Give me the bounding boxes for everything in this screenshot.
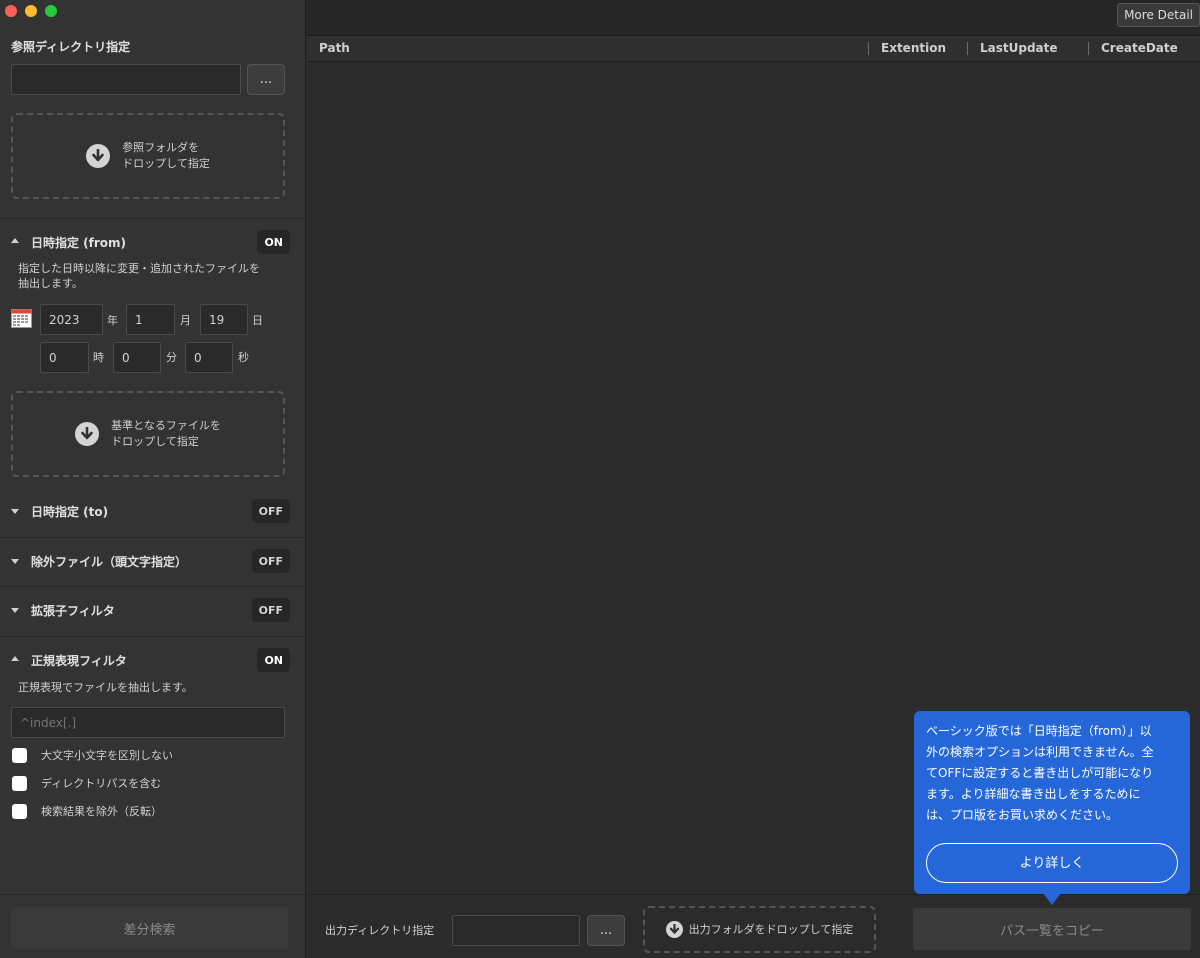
- collapse-caret-icon: [11, 238, 19, 243]
- tooltip-pointer: [1043, 893, 1061, 905]
- column-separator[interactable]: [1088, 42, 1089, 55]
- year-unit: 年: [107, 314, 118, 327]
- base-file-drop-text: 基準となるファイルを ドロップして指定: [111, 419, 221, 448]
- top-bar: More Detail: [307, 0, 1200, 36]
- date-to-toggle[interactable]: OFF: [251, 499, 290, 523]
- date-from-toggle[interactable]: ON: [257, 230, 290, 254]
- column-createdate[interactable]: CreateDate: [1101, 41, 1178, 55]
- year-field[interactable]: 2023: [40, 304, 103, 335]
- date-to-header[interactable]: 日時指定 (to) OFF: [0, 497, 306, 527]
- expand-caret-icon: [11, 509, 19, 514]
- divider: [0, 636, 306, 637]
- arrow-down-circle-icon: [665, 921, 683, 938]
- divider: [0, 586, 306, 587]
- minimize-window-button[interactable]: [25, 5, 37, 17]
- invert-result-checkbox[interactable]: [12, 803, 27, 819]
- month-unit: 月: [180, 314, 191, 327]
- close-window-button[interactable]: [5, 5, 17, 17]
- regex-description: 正規表現でファイルを抽出します。: [18, 681, 193, 694]
- regex-input[interactable]: [11, 707, 285, 738]
- divider: [0, 218, 306, 219]
- column-separator[interactable]: [868, 42, 869, 55]
- case-insensitive-option[interactable]: 大文字小文字を区別しない: [12, 747, 173, 763]
- table-header: Path Extention LastUpdate CreateDate: [307, 36, 1200, 62]
- regex-toggle[interactable]: ON: [257, 648, 290, 672]
- output-dir-browse-button[interactable]: ...: [587, 915, 625, 946]
- ref-dir-path-field[interactable]: [11, 64, 241, 95]
- output-dir-field[interactable]: [452, 915, 580, 946]
- column-separator[interactable]: [967, 42, 968, 55]
- window-controls: [5, 5, 57, 17]
- sidebar: 参照ディレクトリ指定 ... 参照フォルダを ドロップして指定 日時指定 (fr…: [0, 0, 306, 958]
- tooltip-line: てOFFに設定すると書き出しが可能になり: [926, 766, 1154, 780]
- extension-toggle[interactable]: OFF: [251, 598, 290, 622]
- include-dir-path-checkbox[interactable]: [12, 775, 27, 791]
- date-from-description: 指定した日時以降に変更・追加されたファイルを 抽出します。: [18, 262, 260, 290]
- tooltip-line: ます。より詳細な書き出しをするために: [926, 787, 1141, 801]
- second-unit: 秒: [238, 351, 249, 364]
- include-dir-path-option[interactable]: ディレクトリパスを含む: [12, 775, 161, 791]
- ref-folder-dropzone[interactable]: 参照フォルダを ドロップして指定: [11, 113, 285, 199]
- minute-field[interactable]: 0: [113, 342, 161, 373]
- invert-result-label: 検索結果を除外（反転）: [41, 805, 162, 818]
- extension-title: 拡張子フィルタ: [31, 604, 115, 618]
- pro-version-tooltip: ベーシック版では「日時指定（from）」以 外の検索オプションは利用できません。…: [914, 711, 1190, 894]
- tooltip-line: は、プロ版をお買い求めください。: [926, 808, 1119, 822]
- second-field[interactable]: 0: [185, 342, 233, 373]
- divider: [0, 894, 306, 895]
- exclude-header[interactable]: 除外ファイル（頭文字指定） OFF: [0, 547, 306, 577]
- minute-unit: 分: [166, 351, 177, 364]
- invert-result-option[interactable]: 検索結果を除外（反転）: [12, 803, 162, 819]
- day-unit: 日: [252, 314, 263, 327]
- output-folder-dropzone[interactable]: 出力フォルダをドロップして指定: [643, 906, 876, 953]
- ref-dir-title: 参照ディレクトリ指定: [11, 40, 131, 54]
- base-file-dropzone[interactable]: 基準となるファイルを ドロップして指定: [11, 391, 285, 477]
- month-field[interactable]: 1: [126, 304, 175, 335]
- regex-header[interactable]: 正規表現フィルタ ON: [0, 646, 306, 676]
- arrow-down-circle-icon: [75, 422, 100, 446]
- exclude-toggle[interactable]: OFF: [251, 549, 290, 573]
- regex-title: 正規表現フィルタ: [31, 654, 127, 668]
- column-path[interactable]: Path: [319, 41, 350, 55]
- output-dir-label: 出力ディレクトリ指定: [325, 924, 435, 937]
- column-extention[interactable]: Extention: [881, 41, 946, 55]
- collapse-caret-icon: [11, 656, 19, 661]
- expand-caret-icon: [11, 559, 19, 564]
- case-insensitive-label: 大文字小文字を区別しない: [41, 749, 173, 762]
- diff-search-button[interactable]: 差分検索: [11, 907, 288, 949]
- day-field[interactable]: 19: [200, 304, 248, 335]
- ref-folder-drop-text: 参照フォルダを ドロップして指定: [122, 141, 210, 170]
- exclude-title: 除外ファイル（頭文字指定）: [31, 555, 188, 569]
- hour-unit: 時: [93, 351, 104, 364]
- hour-field[interactable]: 0: [40, 342, 89, 373]
- output-folder-drop-text: 出力フォルダをドロップして指定: [688, 922, 854, 936]
- more-detail-button[interactable]: More Detail: [1117, 3, 1200, 27]
- tooltip-line: ベーシック版では「日時指定（from）」以: [926, 724, 1152, 738]
- copy-path-list-button[interactable]: パス一覧をコピー: [913, 908, 1191, 950]
- column-lastupdate[interactable]: LastUpdate: [980, 41, 1058, 55]
- learn-more-button[interactable]: より詳しく: [926, 843, 1178, 883]
- calendar-icon[interactable]: [11, 309, 32, 331]
- case-insensitive-checkbox[interactable]: [12, 747, 27, 763]
- divider: [0, 537, 306, 538]
- date-from-header[interactable]: 日時指定 (from) ON: [0, 228, 306, 258]
- tooltip-line: 外の検索オプションは利用できません。全: [926, 745, 1154, 759]
- ref-dir-browse-button[interactable]: ...: [247, 64, 285, 95]
- extension-header[interactable]: 拡張子フィルタ OFF: [0, 596, 306, 626]
- date-from-title: 日時指定 (from): [31, 236, 127, 250]
- zoom-window-button[interactable]: [45, 5, 57, 17]
- expand-caret-icon: [11, 608, 19, 613]
- date-to-title: 日時指定 (to): [31, 505, 109, 519]
- arrow-down-circle-icon: [86, 144, 111, 168]
- include-dir-path-label: ディレクトリパスを含む: [41, 777, 162, 790]
- footer: 出力ディレクトリ指定 ... 出力フォルダをドロップして指定 パス一覧をコピー: [307, 894, 1200, 958]
